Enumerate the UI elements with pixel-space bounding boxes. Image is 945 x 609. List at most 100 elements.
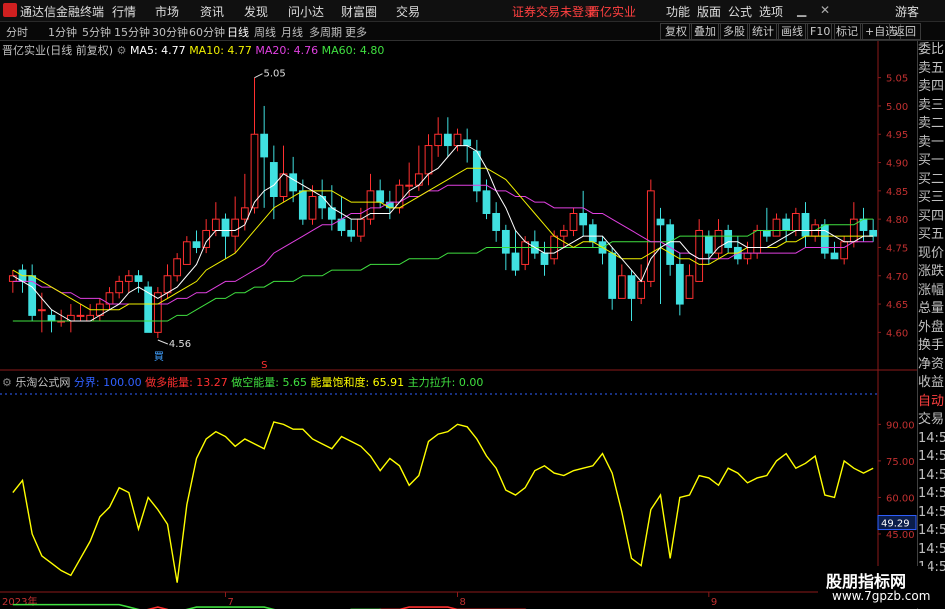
candle-up: [37, 309, 46, 312]
candle-down: [666, 224, 675, 265]
candle-down: [869, 229, 878, 237]
candle-down: [608, 252, 617, 299]
side-panel-item[interactable]: 卖一: [918, 134, 945, 153]
candle-up: [840, 241, 849, 260]
watermark: 股朋指标网 www.7gpzb.com: [818, 566, 930, 608]
side-panel-item[interactable]: 外盘: [918, 319, 945, 338]
candle-down: [801, 212, 810, 237]
current-value-label: 49.29: [881, 519, 910, 530]
legend-gear-icon[interactable]: ⚙: [117, 44, 127, 57]
candle-up: [685, 275, 694, 299]
legend-short-energy: 做空能量: 5.65: [231, 376, 307, 389]
candle-up: [163, 275, 172, 294]
candle-up: [637, 280, 646, 299]
legend-main-force: 主力拉升: 0.00: [407, 376, 484, 389]
side-panel-item[interactable]: 委比: [918, 41, 945, 60]
side-panel-item[interactable]: 涨跌: [918, 263, 945, 282]
side-panel-item[interactable]: 卖三: [918, 97, 945, 116]
side-panel-item[interactable]: 14:56: [918, 504, 945, 523]
candle-up: [646, 190, 655, 282]
ma60-line: [12, 218, 874, 322]
price-tick-label: 4.75: [886, 243, 908, 254]
side-panel-item[interactable]: 卖五: [918, 60, 945, 79]
legend-long-energy: 做多能量: 13.27: [145, 376, 228, 389]
side-panel-item[interactable]: 买一: [918, 152, 945, 171]
indicator-tick-label: 75.00: [886, 457, 915, 468]
side-panel-item[interactable]: 14:56: [918, 467, 945, 486]
quote-side-panel: 委比 卖五 卖四 卖三 卖二 卖一 买一 买二 买三 买四 买五 现价 涨跌 涨幅 总量 外盘 换手 净资 收益 自动…: [917, 41, 945, 609]
indicator-title: 乐淘公式网: [15, 376, 71, 389]
candle-down: [579, 212, 588, 226]
candle-down: [463, 139, 472, 147]
ma20-line: [12, 184, 874, 305]
candle-up: [115, 280, 124, 294]
candle-up: [743, 252, 752, 260]
side-panel-item[interactable]: 净资: [918, 356, 945, 375]
side-panel-item[interactable]: 换手: [918, 337, 945, 356]
indicator-legend: ⚙ 乐淘公式网 分界: 100.00 做多能量: 13.27 做空能量: 5.6…: [2, 374, 483, 390]
legend-ma20: MA20: 4.76: [255, 44, 319, 57]
side-panel-item[interactable]: 14:56: [918, 522, 945, 541]
candle-up: [240, 207, 249, 220]
candle-up: [569, 212, 578, 231]
side-panel-item[interactable]: 14:56: [918, 448, 945, 467]
candle-up: [617, 275, 626, 299]
main-chart-title: 晋亿实业(日线 前复权): [2, 44, 114, 57]
low-label: 4.56: [169, 339, 191, 350]
ma5-line: [12, 145, 874, 322]
candle-up: [791, 212, 800, 231]
side-panel-item[interactable]: 买三: [918, 189, 945, 208]
legend-ma60: MA60: 4.80: [321, 44, 385, 57]
high-pointer: [254, 73, 263, 79]
indicator-gear-icon[interactable]: ⚙: [2, 376, 12, 389]
candle-down: [588, 224, 597, 243]
high-label: 5.05: [264, 69, 286, 80]
side-panel-item[interactable]: 买二: [918, 171, 945, 190]
side-panel-item[interactable]: 14:56: [918, 485, 945, 504]
candle-up: [76, 314, 85, 317]
candle-up: [405, 184, 414, 187]
side-panel-item[interactable]: 自动: [918, 393, 945, 412]
candle-down: [192, 241, 201, 248]
side-panel-item[interactable]: 14:56: [918, 430, 945, 449]
side-panel-item[interactable]: 14:56: [918, 541, 945, 560]
indicator-tick-label: 90.00: [886, 420, 915, 431]
candle-down: [47, 314, 56, 322]
indicator-tick-label: 45.00: [886, 530, 915, 541]
legend-boundary: 分界: 100.00: [73, 376, 142, 389]
candle-down: [820, 224, 829, 254]
side-panel-item[interactable]: 现价: [918, 245, 945, 264]
side-panel-item[interactable]: 买五: [918, 226, 945, 245]
side-panel-item[interactable]: 涨幅: [918, 282, 945, 301]
side-panel-item[interactable]: 总量: [918, 300, 945, 319]
candle-up: [124, 275, 133, 282]
candle-up: [695, 229, 704, 282]
chart-canvas[interactable]: 5.05 5.00 4.95 4.90 4.85 4.80 4.75 4.70 4.65 4.60…: [0, 0, 945, 609]
price-tick-label: 4.85: [886, 187, 908, 198]
candle-down: [627, 275, 636, 299]
candle-down: [134, 275, 143, 282]
candle-up: [559, 229, 568, 237]
candle-down: [347, 229, 356, 237]
candle-down: [762, 229, 771, 237]
candle-up: [849, 218, 858, 243]
price-tick-label: 4.90: [886, 159, 908, 170]
side-panel-item[interactable]: 收益: [918, 374, 945, 393]
time-tick-label: 8: [460, 597, 466, 608]
candle-up: [424, 145, 433, 175]
price-tick-label: 4.80: [886, 215, 908, 226]
candle-down: [318, 196, 327, 209]
side-panel-item[interactable]: 卖四: [918, 78, 945, 97]
candle-down: [492, 212, 501, 231]
side-panel-item[interactable]: 卖二: [918, 115, 945, 134]
candle-up: [231, 218, 240, 237]
side-panel-item[interactable]: 买四: [918, 208, 945, 227]
price-tick-label: 5.05: [886, 74, 908, 85]
candle-down: [260, 133, 269, 158]
candle-down: [830, 252, 839, 260]
candle-up: [753, 229, 762, 254]
candle-down: [482, 190, 491, 214]
side-panel-item[interactable]: 交易: [918, 411, 945, 430]
sell-marker: S: [261, 360, 267, 371]
candle-down: [675, 263, 684, 305]
